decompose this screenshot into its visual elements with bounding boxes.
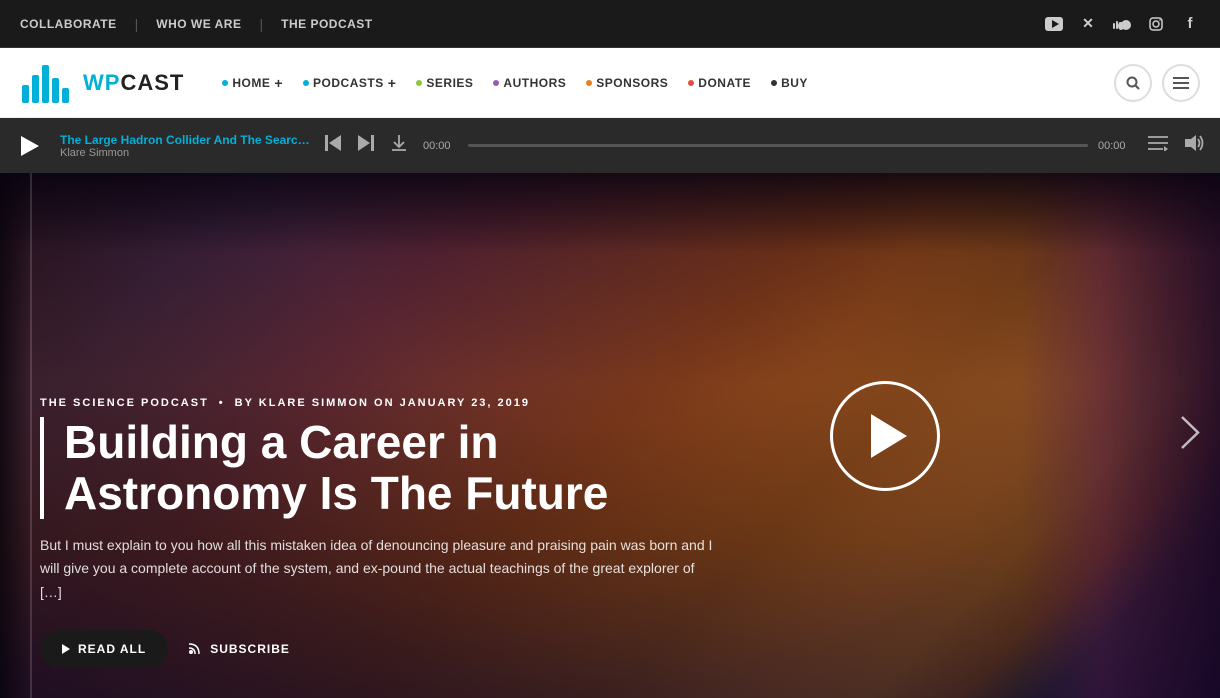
category-separator: • — [219, 397, 225, 409]
time-total: 00:00 — [1098, 140, 1133, 152]
instagram-icon[interactable] — [1146, 14, 1166, 34]
main-nav-right — [1114, 64, 1200, 102]
menu-dot-authors — [493, 80, 499, 86]
time-elapsed: 00:00 — [423, 140, 458, 152]
twitter-icon[interactable]: ✕ — [1078, 14, 1098, 34]
menu-item-donate[interactable]: DONATE — [680, 76, 759, 90]
menu-toggle-button[interactable] — [1162, 64, 1200, 102]
track-title: The Large Hadron Collider And The Searc… — [60, 133, 310, 147]
menu-item-authors[interactable]: AUTHORS — [485, 76, 574, 90]
soundcloud-icon[interactable] — [1112, 14, 1132, 34]
hero-buttons: READ ALL SUBSCRIBE — [40, 630, 1180, 668]
top-nav-links: COLLABORATE | WHO WE ARE | THE PODCAST — [20, 16, 391, 32]
logo-text: WPCAST — [83, 70, 184, 96]
hero-content: THE SCIENCE PODCAST • BY KLARE SIMMON ON… — [0, 173, 1220, 698]
menu-dot-podcasts — [303, 80, 309, 86]
top-navigation: COLLABORATE | WHO WE ARE | THE PODCAST ✕ — [0, 0, 1220, 48]
collaborate-link[interactable]: COLLABORATE — [20, 17, 135, 31]
hero-section: THE SCIENCE PODCAST • BY KLARE SIMMON ON… — [0, 173, 1220, 698]
logo-cast: CAST — [120, 70, 184, 95]
player-controls — [325, 134, 408, 157]
youtube-icon[interactable] — [1044, 14, 1064, 34]
menu-item-buy[interactable]: BUY — [763, 76, 816, 90]
logo-wp: WP — [83, 70, 120, 95]
next-slide-button[interactable] — [1180, 415, 1200, 457]
track-author: Klare Simmon — [60, 147, 310, 159]
hero-title: Building a Career in Astronomy Is The Fu… — [40, 417, 740, 518]
main-menu: HOME + PODCASTS + SERIES AUTHORS SPONSOR… — [214, 75, 1114, 91]
menu-item-series[interactable]: SERIES — [408, 76, 481, 90]
menu-dot-series — [416, 80, 422, 86]
playlist-button[interactable] — [1148, 135, 1168, 156]
menu-dot-donate — [688, 80, 694, 86]
subscribe-button[interactable]: SUBSCRIBE — [188, 641, 290, 658]
read-all-label: READ ALL — [78, 642, 146, 656]
progress-area: 00:00 00:00 — [423, 140, 1133, 152]
progress-bar[interactable] — [468, 144, 1088, 147]
menu-dot-buy — [771, 80, 777, 86]
audio-player: The Large Hadron Collider And The Searc…… — [0, 118, 1220, 173]
the-podcast-link[interactable]: THE PODCAST — [263, 17, 391, 31]
menu-item-sponsors[interactable]: SPONSORS — [578, 76, 676, 90]
rss-icon — [188, 641, 202, 658]
read-all-button[interactable]: READ ALL — [40, 630, 168, 668]
track-info: The Large Hadron Collider And The Searc…… — [60, 133, 310, 159]
hero-play-triangle-icon — [871, 414, 907, 458]
menu-dot-home — [222, 80, 228, 86]
play-triangle-icon — [62, 644, 70, 654]
next-track-button[interactable] — [356, 134, 374, 157]
hero-description: But I must explain to you how all this m… — [40, 534, 720, 605]
hero-category-meta: THE SCIENCE PODCAST • BY KLARE SIMMON ON… — [40, 397, 1180, 409]
who-we-are-link[interactable]: WHO WE ARE — [138, 17, 259, 31]
search-button[interactable] — [1114, 64, 1152, 102]
site-logo[interactable]: WPCAST — [20, 60, 184, 105]
facebook-icon[interactable]: f — [1180, 14, 1200, 34]
menu-dot-sponsors — [586, 80, 592, 86]
player-play-button[interactable] — [15, 136, 45, 156]
logo-bars-icon — [20, 60, 75, 105]
subscribe-label: SUBSCRIBE — [210, 642, 290, 656]
hero-meta-text: BY KLARE SIMMON ON JANUARY 23, 2019 — [235, 397, 530, 409]
social-links: ✕ f — [1044, 14, 1200, 34]
previous-track-button[interactable] — [325, 134, 343, 157]
menu-item-home[interactable]: HOME + — [214, 75, 291, 91]
main-navigation: WPCAST HOME + PODCASTS + SERIES AUTHORS … — [0, 48, 1220, 118]
download-button[interactable] — [390, 134, 408, 157]
hero-play-button[interactable] — [830, 381, 940, 491]
volume-button[interactable] — [1183, 134, 1205, 157]
menu-item-podcasts[interactable]: PODCASTS + — [295, 75, 404, 91]
hero-category-text: THE SCIENCE PODCAST — [40, 397, 209, 409]
